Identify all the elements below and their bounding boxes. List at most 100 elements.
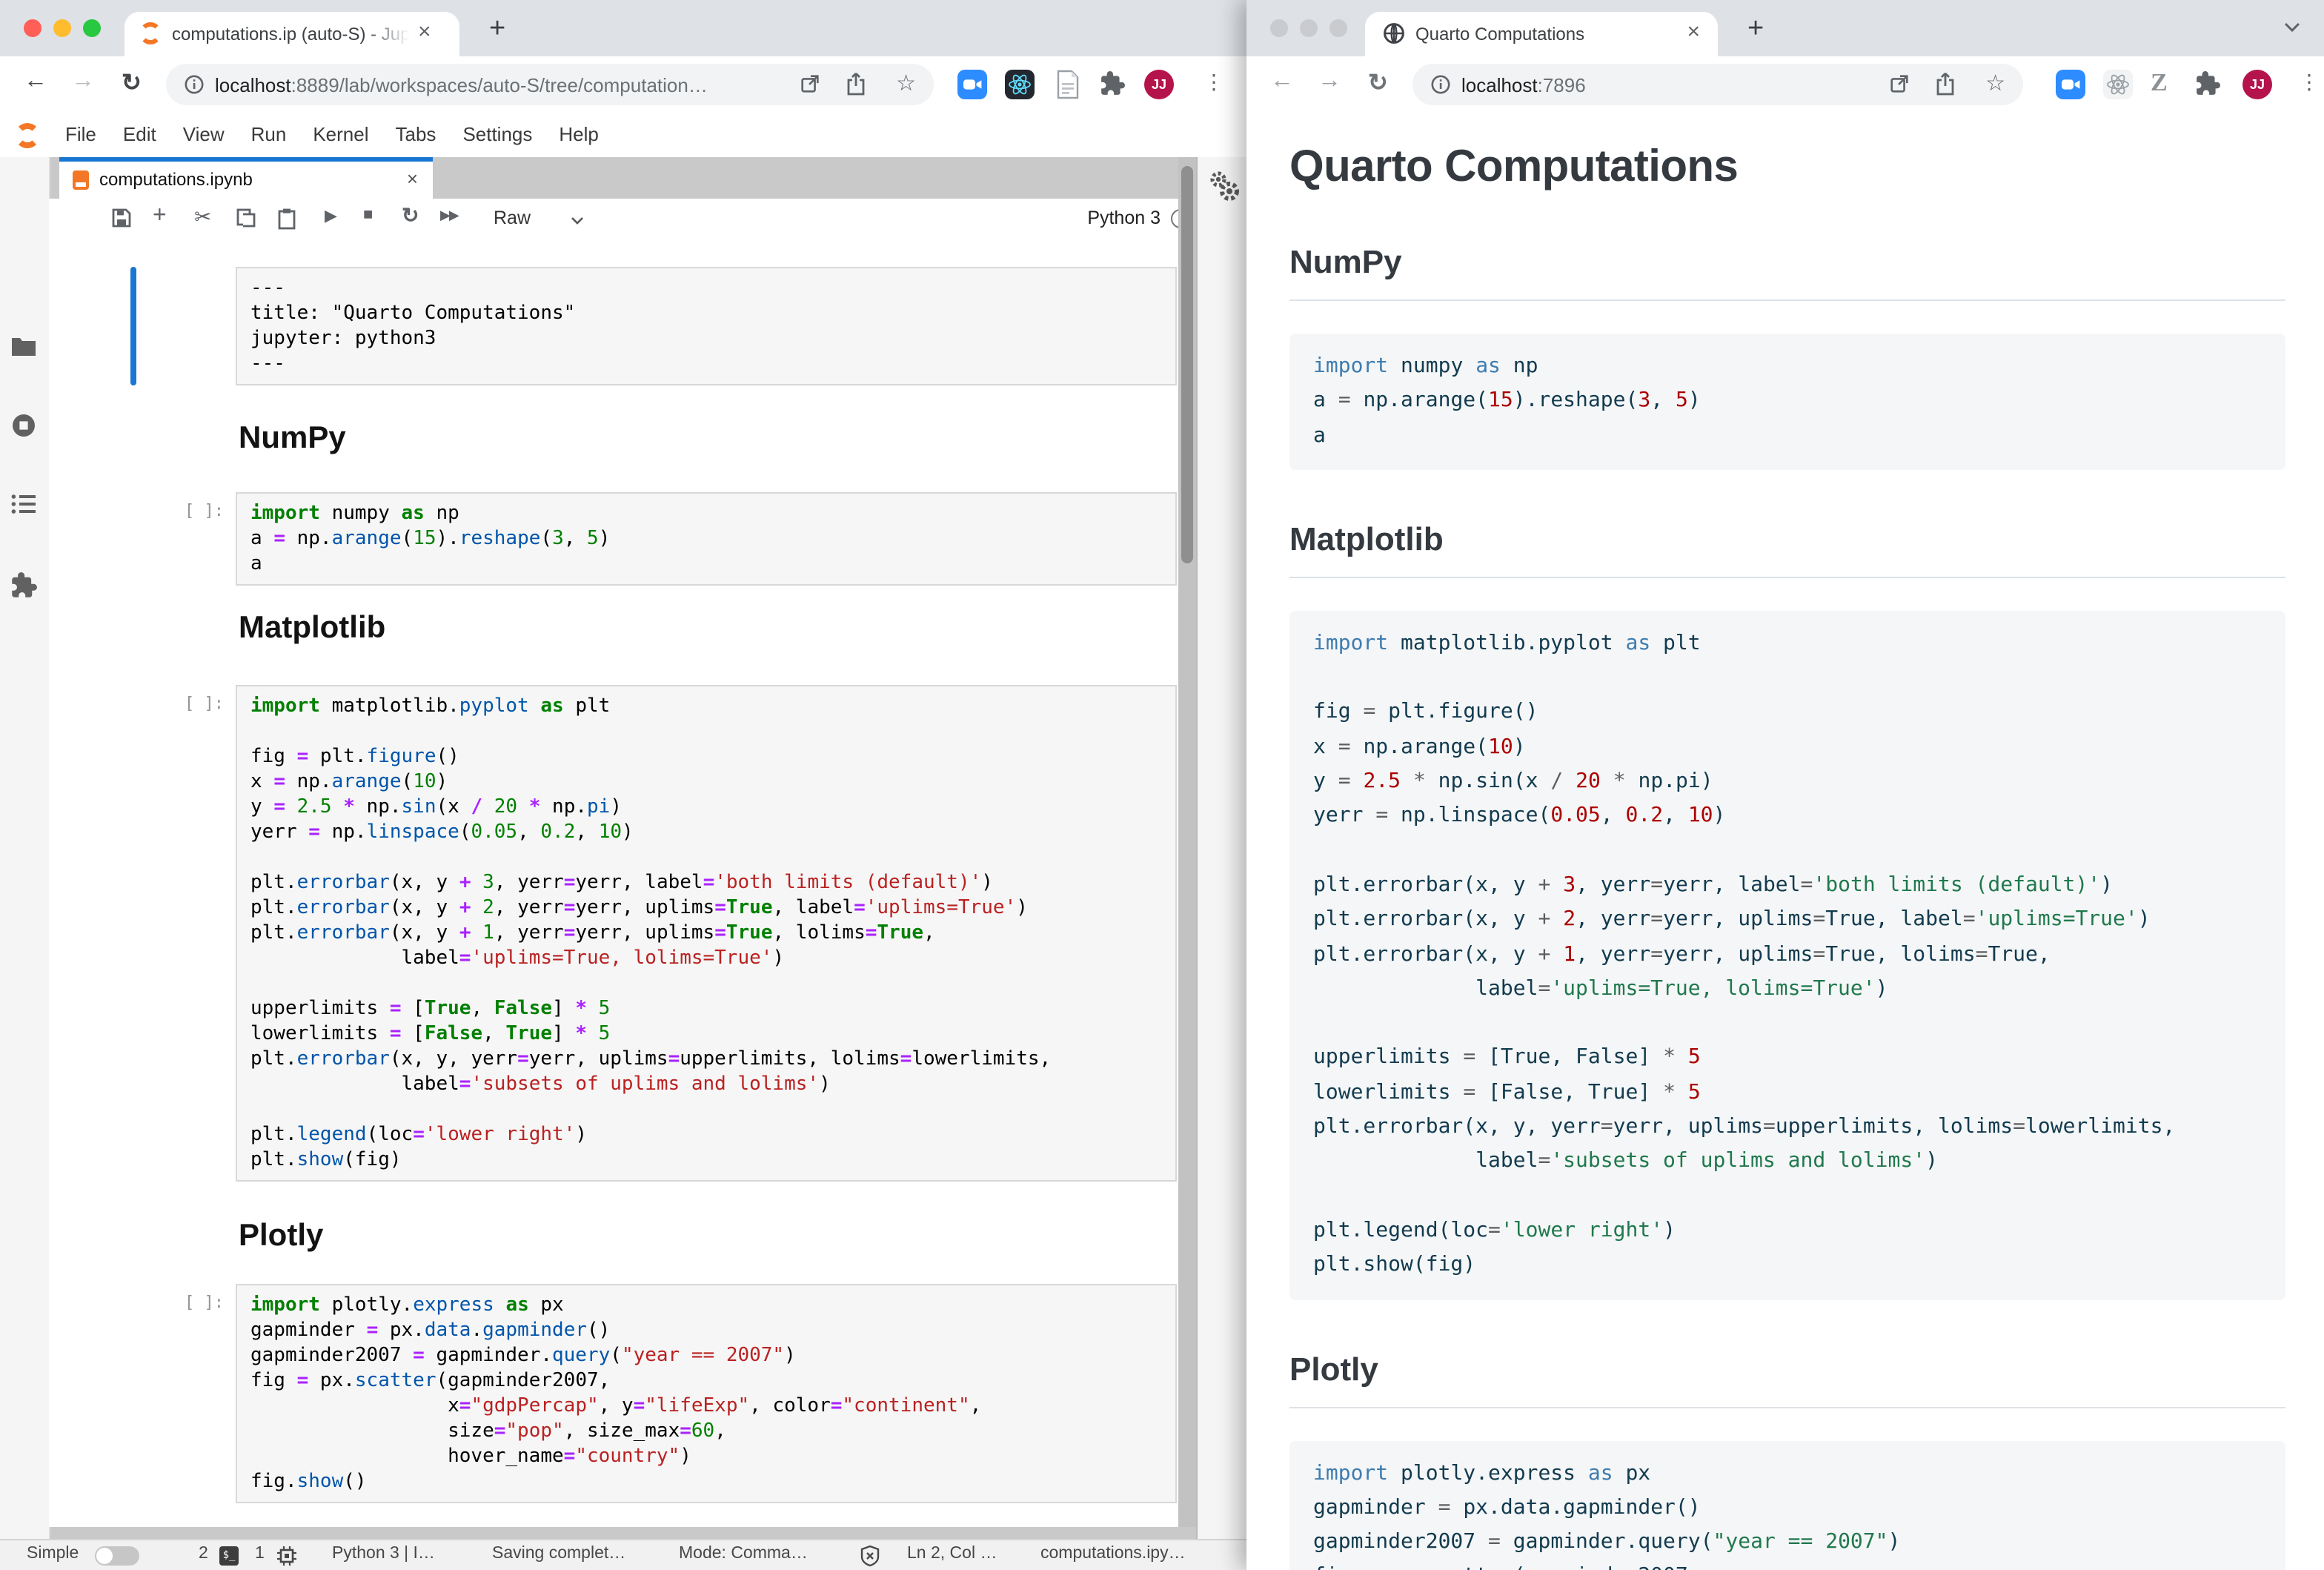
cell-prompt: [ ]:: [153, 1293, 224, 1312]
menu-help[interactable]: Help: [545, 113, 612, 157]
open-in-new-icon[interactable]: [799, 73, 821, 95]
simple-mode-toggle[interactable]: [95, 1546, 139, 1566]
menu-edit[interactable]: Edit: [110, 113, 170, 157]
table-of-contents-icon[interactable]: [10, 492, 37, 523]
reload-icon[interactable]: ↻: [1368, 68, 1388, 98]
browser-tab-jupyter[interactable]: computations.ip (auto-S) - Jup ×: [124, 12, 459, 56]
notebook-tab-label: computations.ipynb: [99, 169, 253, 190]
react-devtools-extension-icon[interactable]: [1005, 70, 1035, 99]
address-bar[interactable]: localhost:7896 ☆: [1412, 64, 2023, 105]
new-tab-button[interactable]: +: [1747, 13, 1764, 46]
share-icon[interactable]: [1934, 71, 1956, 96]
forward-icon[interactable]: →: [71, 68, 95, 95]
run-all-icon[interactable]: ▶▶: [440, 208, 458, 224]
chevron-down-icon[interactable]: [571, 216, 584, 225]
browser-tabbar-left: computations.ip (auto-S) - Jup × +: [0, 0, 1246, 56]
notebook-content: ---title: "Quarto Computations"jupyter: …: [49, 240, 1178, 1527]
cursor-position[interactable]: Ln 2, Col …: [907, 1545, 997, 1563]
extension-manager-icon[interactable]: [10, 572, 37, 606]
zoom-window-button[interactable]: [83, 19, 101, 37]
paste-cells-icon[interactable]: [277, 208, 296, 237]
kernel-name[interactable]: Python 3: [997, 208, 1161, 228]
minimize-window-button[interactable]: [53, 19, 71, 37]
markdown-heading-numpy[interactable]: NumPy: [239, 421, 346, 457]
zoom-window-button[interactable]: [1329, 19, 1347, 37]
menu-kernel[interactable]: Kernel: [299, 113, 382, 157]
scrollbar-thumb[interactable]: [1181, 166, 1193, 563]
menu-view[interactable]: View: [170, 113, 238, 157]
stop-kernel-icon[interactable]: ■: [363, 206, 373, 224]
back-icon[interactable]: ←: [24, 68, 47, 95]
react-devtools-extension-icon[interactable]: [2103, 70, 2133, 99]
address-bar[interactable]: localhost:8889/lab/workspaces/auto-S/tre…: [166, 64, 934, 105]
close-window-button[interactable]: [1270, 19, 1288, 37]
docs-extension-icon[interactable]: [1055, 70, 1085, 99]
menu-file[interactable]: File: [52, 113, 110, 157]
selected-cell-bar[interactable]: [130, 267, 136, 385]
settings-gears-icon[interactable]: [1206, 169, 1242, 215]
url-text: localhost:8889/lab/workspaces/auto-S/tre…: [215, 74, 708, 96]
menu-tabs[interactable]: Tabs: [382, 113, 450, 157]
add-cell-icon[interactable]: +: [153, 203, 167, 230]
section-heading-plotly: Plotly: [1289, 1350, 2285, 1408]
close-tab-icon[interactable]: ×: [1687, 22, 1700, 43]
open-in-new-icon[interactable]: [1888, 73, 1910, 95]
mode-indicator[interactable]: Mode: Comma…: [679, 1545, 808, 1563]
zoom-extension-icon[interactable]: [2056, 70, 2085, 99]
site-info-icon[interactable]: [1430, 74, 1451, 95]
kernel-count[interactable]: 1: [255, 1545, 265, 1563]
markdown-heading-matplotlib[interactable]: Matplotlib: [239, 611, 385, 646]
browser-tab-quarto[interactable]: Quarto Computations ×: [1365, 12, 1718, 56]
menu-run[interactable]: Run: [238, 113, 300, 157]
run-cell-icon[interactable]: ▶: [325, 206, 337, 225]
copy-cells-icon[interactable]: [236, 208, 256, 236]
menu-settings[interactable]: Settings: [449, 113, 545, 157]
zoom-extension-icon[interactable]: [957, 70, 987, 99]
running-kernels-icon[interactable]: [10, 412, 37, 446]
tab-search-chevron-icon[interactable]: [2284, 22, 2300, 33]
jupyter-favicon: [139, 22, 162, 44]
plotly-cell-editor[interactable]: import plotly.express as pxgapminder = p…: [236, 1284, 1177, 1503]
close-notebook-icon[interactable]: ×: [407, 168, 418, 190]
desktop: computations.ip (auto-S) - Jup × + ← → ↻…: [0, 0, 2324, 1570]
new-tab-button[interactable]: +: [489, 13, 505, 46]
restart-kernel-icon[interactable]: ↻: [402, 203, 419, 228]
url-text: localhost:7896: [1461, 74, 1586, 96]
browser-menu-icon[interactable]: ⋮: [1204, 70, 1224, 95]
cut-cells-icon[interactable]: ✂: [194, 205, 211, 230]
reload-icon[interactable]: ↻: [122, 68, 142, 98]
bookmark-star-icon[interactable]: ☆: [1985, 70, 2005, 96]
quarto-browser-window: Quarto Computations × + ← → ↻ localhost:…: [1246, 0, 2324, 1570]
markdown-heading-plotly[interactable]: Plotly: [239, 1219, 323, 1254]
trust-shield-icon[interactable]: [860, 1545, 880, 1567]
section-heading-matplotlib: Matplotlib: [1289, 520, 2285, 578]
code-block-matplotlib: import matplotlib.pyplot as plt fig = pl…: [1289, 611, 2285, 1299]
matplotlib-cell-editor[interactable]: import matplotlib.pyplot as plt fig = pl…: [236, 685, 1177, 1182]
notebook-toolbar: + ✂ ▶ ■ ↻ ▶▶ Raw Python 3: [49, 199, 1178, 242]
minimize-window-button[interactable]: [1300, 19, 1318, 37]
extensions-puzzle-icon[interactable]: [1100, 71, 1125, 104]
kernel-status-text[interactable]: Python 3 | I…: [332, 1545, 435, 1563]
raw-cell-editor[interactable]: ---title: "Quarto Computations"jupyter: …: [236, 267, 1177, 385]
close-tab-icon[interactable]: ×: [418, 22, 431, 43]
site-info-icon[interactable]: [184, 74, 205, 95]
zotero-extension-icon[interactable]: Z: [2151, 68, 2168, 98]
share-icon[interactable]: [845, 71, 867, 96]
browser-menu-icon[interactable]: ⋮: [2299, 70, 2320, 95]
back-icon[interactable]: ←: [1270, 68, 1294, 95]
quarto-page: Quarto Computations NumPy import numpy a…: [1246, 113, 2324, 1570]
numpy-cell-editor[interactable]: import numpy as npa = np.arange(15).resh…: [236, 492, 1177, 586]
profile-avatar[interactable]: JJ: [1144, 70, 1174, 99]
close-window-button[interactable]: [24, 19, 42, 37]
saving-status: Saving complet…: [492, 1545, 625, 1563]
profile-avatar[interactable]: JJ: [2242, 70, 2272, 99]
extensions-puzzle-icon[interactable]: [2195, 71, 2220, 104]
forward-icon[interactable]: →: [1318, 68, 1341, 95]
cell-type-dropdown[interactable]: Raw: [494, 208, 531, 228]
terminal-count[interactable]: 2: [199, 1545, 208, 1563]
bookmark-star-icon[interactable]: ☆: [896, 70, 916, 96]
notebook-tab[interactable]: computations.ipynb ×: [59, 157, 433, 199]
notebook-scrollbar[interactable]: [1178, 157, 1196, 1527]
save-icon[interactable]: [111, 208, 132, 236]
file-browser-icon[interactable]: [10, 335, 37, 366]
